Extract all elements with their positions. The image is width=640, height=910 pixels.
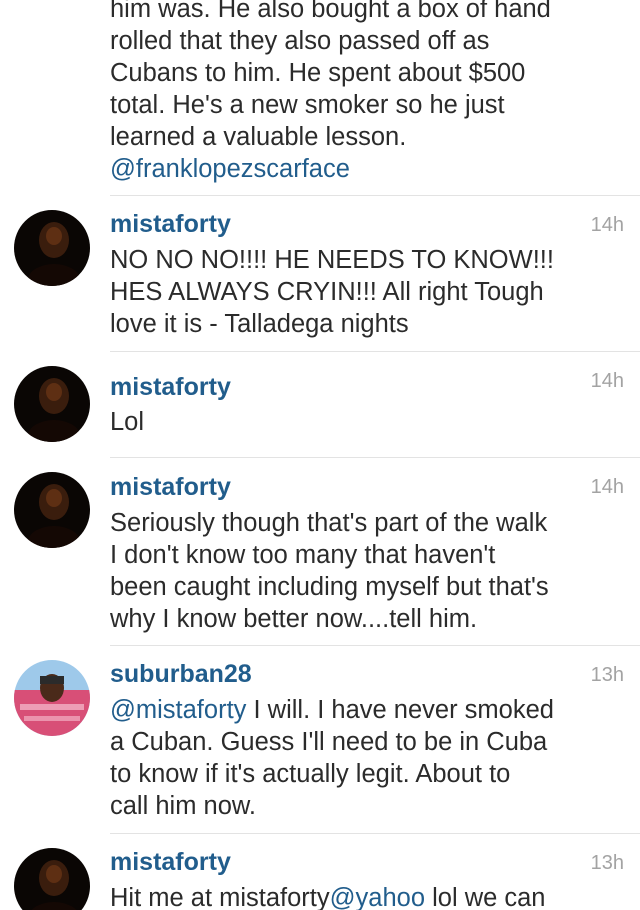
comment-username[interactable]: mistaforty: [110, 846, 231, 878]
comment-divider: [110, 457, 640, 458]
avatar-image-icon: [14, 210, 90, 286]
comment-divider: [110, 351, 640, 352]
comment-line-start: Hit me at mistaforty: [110, 884, 330, 910]
comment-line: him was. He also bought a box of hand: [110, 0, 551, 23]
comment-divider: [110, 195, 640, 196]
comment-timestamp: 14h: [590, 476, 624, 498]
comment-line: I don't know too many that haven't: [110, 541, 496, 569]
user-avatar[interactable]: [14, 848, 90, 910]
comment-line-rest: I will. I have never smoked: [246, 696, 554, 724]
comment-line: Lol: [110, 408, 145, 436]
user-avatar[interactable]: [14, 210, 90, 286]
user-avatar[interactable]: [14, 366, 90, 442]
comment-username[interactable]: mistaforty: [110, 471, 231, 503]
comment-username[interactable]: mistaforty: [110, 208, 231, 240]
user-avatar[interactable]: [14, 472, 90, 548]
comment-feed[interactable]: him was. He also bought a box of hand ro…: [0, 0, 640, 910]
comment-text: NO NO NO!!!! HE NEEDS TO KNOW!!! HES ALW…: [110, 244, 624, 340]
comment-timestamp: 13h: [590, 664, 624, 686]
comment-line: Hit me at mistaforty@yahoo lol we can: [110, 882, 624, 910]
comment-line: total. He's a new smoker so he just: [110, 91, 505, 119]
mention-link[interactable]: @yahoo: [330, 884, 425, 910]
comment-line-end: lol we can: [425, 884, 546, 910]
comment-text: Seriously though that's part of the walk…: [110, 507, 624, 635]
comment-timestamp: 14h: [590, 214, 624, 236]
comment-line: learned a valuable lesson.: [110, 123, 407, 151]
comment-line: NO NO NO!!!! HE NEEDS TO KNOW!!!: [110, 246, 554, 274]
mention-link[interactable]: @mistaforty: [110, 696, 246, 724]
comment-username[interactable]: mistaforty: [110, 371, 231, 403]
comment-text: Lol: [110, 406, 624, 438]
comment-line: @mistaforty I will. I have never smoked: [110, 694, 624, 726]
avatar-image-icon: [14, 660, 90, 736]
comment-line: to know if it's actually legit. About to: [110, 760, 511, 788]
comment-line: HES ALWAYS CRYIN!!! All right Tough: [110, 278, 544, 306]
comment-text: Hit me at mistaforty@yahoo lol we can: [110, 882, 624, 910]
comment-line: rolled that they also passed off as: [110, 27, 490, 55]
comment-username[interactable]: suburban28: [110, 658, 252, 690]
comment-text: @mistaforty I will. I have never smoked …: [110, 694, 624, 822]
avatar-image-icon: [14, 472, 90, 548]
comment-divider: [110, 833, 640, 834]
comment-line: love it is - Talladega nights: [110, 310, 409, 338]
comment-divider: [110, 645, 640, 646]
comment-timestamp: 13h: [590, 852, 624, 874]
comment-line: Cubans to him. He spent about $500: [110, 59, 526, 87]
user-avatar[interactable]: [14, 660, 90, 736]
avatar-image-icon: [14, 366, 90, 442]
comment-line: why I know better now....tell him.: [110, 605, 478, 633]
comment-text: him was. He also bought a box of hand ro…: [110, 0, 624, 185]
comment-line: call him now.: [110, 792, 256, 820]
avatar-image-icon: [14, 848, 90, 910]
comment-line: been caught including myself but that's: [110, 573, 549, 601]
comment-line: a Cuban. Guess I'll need to be in Cuba: [110, 728, 548, 756]
comment-timestamp: 14h: [590, 370, 624, 392]
mention-link[interactable]: @franklopezscarface: [110, 153, 624, 185]
comment-line: Seriously though that's part of the walk: [110, 509, 548, 537]
